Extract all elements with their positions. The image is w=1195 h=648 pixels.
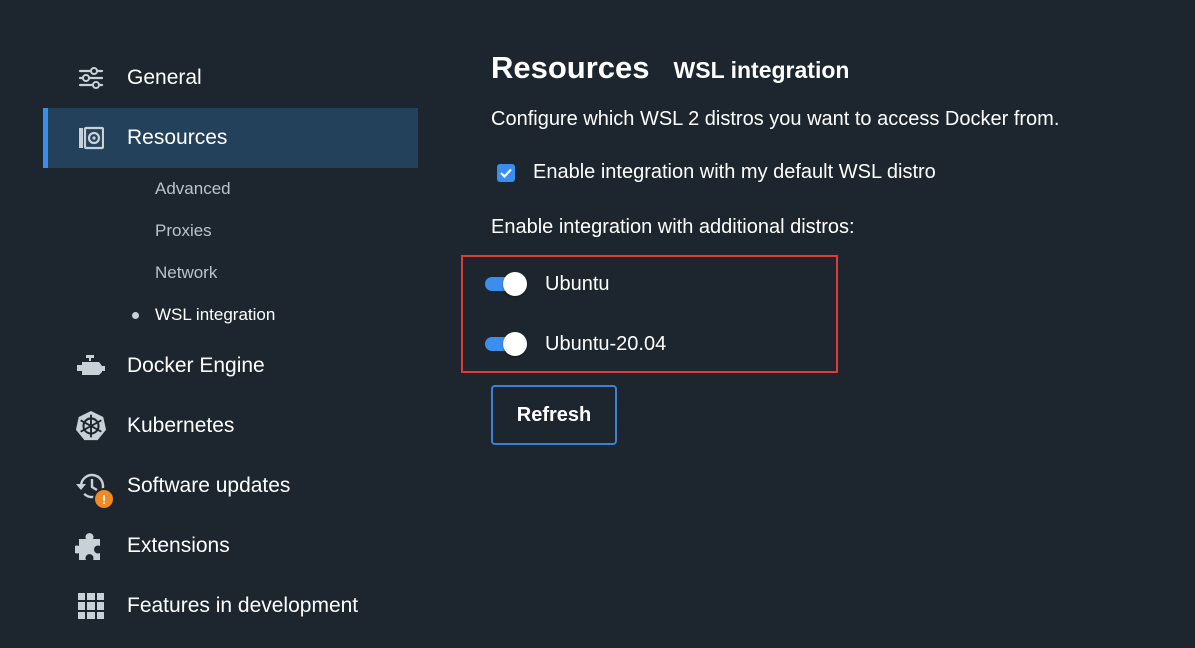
distro-row-ubuntu: Ubuntu	[485, 269, 610, 299]
check-icon	[500, 168, 512, 178]
additional-distros-label: Enable integration with additional distr…	[491, 216, 855, 238]
sidebar-subitem-label: WSL integration	[155, 305, 276, 324]
settings-page: General Resources Advanced Proxies Netwo…	[0, 0, 1195, 648]
sidebar-item-extensions[interactable]: Extensions	[43, 516, 418, 576]
sidebar-item-label: General	[127, 66, 202, 89]
main-panel: Resources WSL integration Configure whic…	[461, 50, 1171, 445]
sidebar-subitem-advanced[interactable]: Advanced	[155, 168, 418, 210]
sidebar-item-resources[interactable]: Resources	[43, 108, 418, 168]
distro-name: Ubuntu-20.04	[545, 332, 667, 355]
resources-sub-menu: Advanced Proxies Network WSL integration	[43, 168, 418, 336]
page-title: Resources	[491, 50, 650, 85]
toggle-knob	[503, 272, 527, 296]
engine-icon	[75, 350, 107, 382]
sidebar-item-features-in-development[interactable]: Features in development	[43, 576, 418, 636]
page-description: Configure which WSL 2 distros you want t…	[491, 108, 1060, 130]
default-distro-label: Enable integration with my default WSL d…	[533, 161, 936, 183]
kubernetes-icon	[75, 410, 107, 442]
page-heading: Resources WSL integration	[491, 50, 1171, 86]
sidebar-item-docker-engine[interactable]: Docker Engine	[43, 336, 418, 396]
resources-icon	[75, 122, 107, 154]
sidebar: General Resources Advanced Proxies Netwo…	[43, 48, 418, 636]
sliders-icon	[75, 62, 107, 94]
sidebar-item-label: Kubernetes	[127, 414, 235, 437]
sidebar-item-label: Software updates	[127, 474, 291, 497]
history-icon: !	[75, 470, 115, 510]
sidebar-item-label: Extensions	[127, 534, 230, 557]
distro-name: Ubuntu	[545, 272, 610, 295]
grid-icon	[75, 590, 107, 622]
distro-toggle-ubuntu[interactable]	[485, 272, 527, 296]
warning-badge: !	[93, 488, 115, 510]
sidebar-subitem-network[interactable]: Network	[155, 252, 418, 294]
distro-highlight-box: Ubuntu Ubuntu-20.04	[461, 255, 838, 373]
sidebar-subitem-wsl-integration[interactable]: WSL integration	[132, 294, 418, 336]
sidebar-item-label: Docker Engine	[127, 354, 265, 377]
sidebar-item-label: Resources	[127, 126, 228, 149]
sidebar-item-kubernetes[interactable]: Kubernetes	[43, 396, 418, 456]
toggle-knob	[503, 332, 527, 356]
page-subtitle: WSL integration	[673, 57, 850, 83]
default-distro-row: Enable integration with my default WSL d…	[491, 161, 1171, 184]
distro-toggle-ubuntu-20-04[interactable]	[485, 332, 527, 356]
sidebar-item-general[interactable]: General	[43, 48, 418, 108]
current-indicator-dot	[132, 312, 139, 319]
puzzle-icon	[75, 530, 107, 562]
default-distro-checkbox[interactable]	[497, 163, 515, 182]
sidebar-subitem-proxies[interactable]: Proxies	[155, 210, 418, 252]
sidebar-item-label: Features in development	[127, 594, 359, 617]
sidebar-item-software-updates[interactable]: ! Software updates	[43, 456, 418, 516]
distro-row-ubuntu-20-04: Ubuntu-20.04	[485, 329, 666, 359]
refresh-button[interactable]: Refresh	[491, 385, 617, 445]
